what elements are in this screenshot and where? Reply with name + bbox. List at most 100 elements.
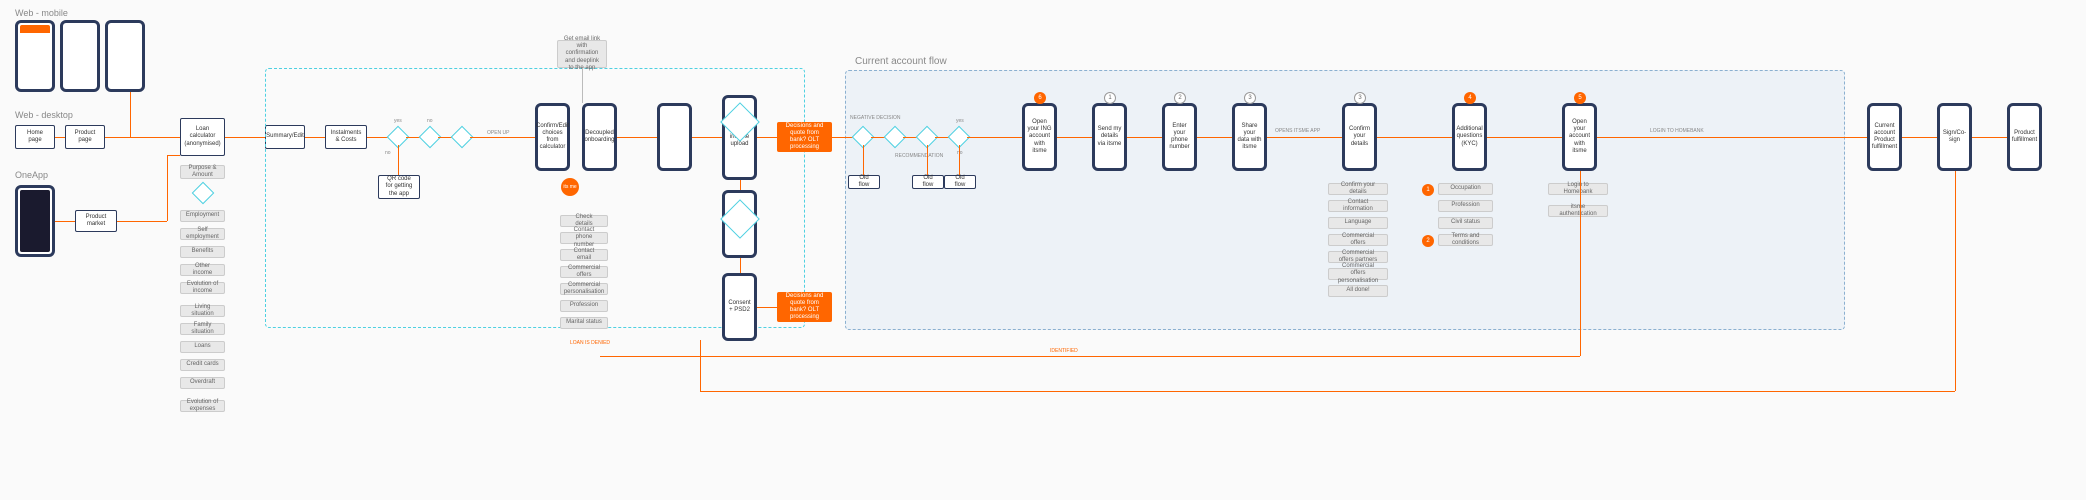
box-product-market: Product market: [75, 210, 117, 232]
box-home-page: Home page: [15, 125, 55, 149]
phone-oneapp-1: [15, 185, 55, 257]
phone-send-details: Send my details via itsme: [1092, 103, 1127, 171]
box-check-details: Check details: [560, 215, 608, 227]
box-kyc-prof: Profession: [1438, 200, 1493, 212]
connector: [600, 356, 1580, 357]
badge-4: 4: [1464, 92, 1476, 104]
phone-label: Open your account with itsme: [1567, 119, 1592, 155]
label-negdec: NEGATIVE DECISION: [850, 115, 900, 121]
box-credit: Credit cards: [180, 359, 225, 371]
connector: [1057, 137, 1092, 138]
connector: [740, 258, 741, 273]
box-contact-phone: Contact phone number: [560, 232, 608, 244]
box-living: Living situation: [180, 305, 225, 317]
connector: [927, 145, 928, 175]
connector: [757, 137, 777, 138]
box-evol-income: Evolution of income: [180, 282, 225, 294]
label-opens-itsme: OPENS ITSME APP: [1275, 128, 1320, 134]
label-yes-ca: yes: [956, 118, 964, 124]
connector: [55, 137, 65, 138]
label-recommendation: RECOMMENDATION: [895, 153, 943, 159]
connector: [167, 155, 168, 221]
box-conf-confirm: Confirm your details: [1328, 183, 1388, 195]
phone-label: Confirm/Edit choices from calculator: [536, 123, 569, 152]
box-conf-contact: Contact information: [1328, 200, 1388, 212]
box-evol-exp: Evolution of expenses: [180, 400, 225, 412]
connector: [1972, 137, 2007, 138]
label-identified: IDENTIFIED: [1050, 348, 1078, 354]
phone-extra1: [657, 103, 692, 171]
box-decisions-2: Decisions and quote from bank? OLT proce…: [777, 292, 832, 322]
label-no-2: no: [427, 118, 433, 124]
phone-consent-psd2: Consent + PSD2: [722, 273, 757, 341]
connector: [582, 68, 583, 103]
connector: [1377, 137, 1452, 138]
label-web-desktop: Web - desktop: [15, 110, 73, 120]
connector: [105, 137, 180, 138]
box-decisions-1: Decisions and quote from bank? OLT proce…: [777, 122, 832, 152]
connector: [130, 92, 131, 137]
phone-kyc: Additional questions (KYC): [1452, 103, 1487, 171]
badge-g3b: 3: [1354, 92, 1366, 104]
box-product-page: Product page: [65, 125, 105, 149]
phone-confirm-edit: Confirm/Edit choices from calculator: [535, 103, 570, 171]
connector: [117, 221, 167, 222]
phone-web-mobile-3: [105, 20, 145, 92]
box-loan-calc: Loan calculator (anonymised): [180, 118, 225, 156]
phone-open-ing: Open your ING account with itsme: [1022, 103, 1057, 171]
box-oldflow-1: Old flow: [848, 175, 880, 189]
phone-label: Enter your phone number: [1167, 123, 1192, 152]
box-contact-email: Contact email: [560, 249, 608, 261]
box-conf-done: All done!: [1328, 285, 1388, 297]
label-no-d1: no: [385, 150, 391, 156]
phone-label: Send my details via itsme: [1097, 126, 1122, 148]
box-benefits: Benefits: [180, 246, 225, 258]
box-oldflow-3: Old flow: [944, 175, 976, 189]
phone-product-fulfil: Product fulfillment: [2007, 103, 2042, 171]
box-conf-commp: Commercial offers partners: [1328, 251, 1388, 263]
itsme-logo: its me: [561, 178, 579, 196]
phone-label: Sign/Co-sign: [1942, 130, 1967, 144]
box-conf-comms: Commercial offers personalisation: [1328, 268, 1388, 280]
box-kyc-civil: Civil status: [1438, 217, 1493, 229]
badge-5: 5: [1574, 92, 1586, 104]
connector: [1597, 137, 1867, 138]
badge-6: 6: [1034, 92, 1046, 104]
label-loan-denied: LOAN IS DENIED: [570, 340, 610, 346]
box-purpose-amount: Purpose & Amount: [180, 165, 225, 179]
connector: [967, 137, 1022, 138]
box-conf-lang: Language: [1328, 217, 1388, 229]
label-web-mobile: Web - mobile: [15, 8, 68, 18]
connector: [225, 137, 265, 138]
box-profession: Profession: [560, 300, 608, 312]
phone-confirm-details: Confirm your details: [1342, 103, 1377, 171]
box-kyc-occ: Occupation: [1438, 183, 1493, 195]
diamond-qna: [192, 182, 215, 205]
connector: [692, 137, 722, 138]
box-loans: Loans: [180, 341, 225, 353]
connector: [1487, 137, 1562, 138]
label-login-hb: LOGIN TO HOMEBANK: [1650, 128, 1704, 134]
badge-kyc-2: 2: [1422, 235, 1434, 247]
box-comm-pers: Commercial personalisation: [560, 283, 608, 295]
connector: [700, 340, 701, 391]
box-open-login: Login to Homebank: [1548, 183, 1608, 195]
phone-sign: Sign/Co-sign: [1937, 103, 1972, 171]
box-qr: QR code for getting the app: [378, 175, 420, 199]
connector: [700, 391, 1955, 392]
phone-label: Share your data with itsme: [1237, 123, 1262, 152]
connector: [617, 137, 657, 138]
label-current-account: Current account flow: [855, 56, 947, 67]
badge-kyc-1: 1: [1422, 184, 1434, 196]
connector: [1902, 137, 1937, 138]
connector: [1127, 137, 1162, 138]
label-open-up: OPEN UP: [487, 130, 510, 136]
connector: [470, 137, 535, 138]
box-overdraft: Overdraft: [180, 377, 225, 389]
phone-label: Current account Product fulfillment: [1872, 123, 1897, 152]
box-conf-comm: Commercial offers: [1328, 234, 1388, 246]
connector: [757, 307, 777, 308]
connector: [1580, 171, 1581, 356]
connector: [1267, 137, 1342, 138]
phone-share-data: Share your data with itsme: [1232, 103, 1267, 171]
